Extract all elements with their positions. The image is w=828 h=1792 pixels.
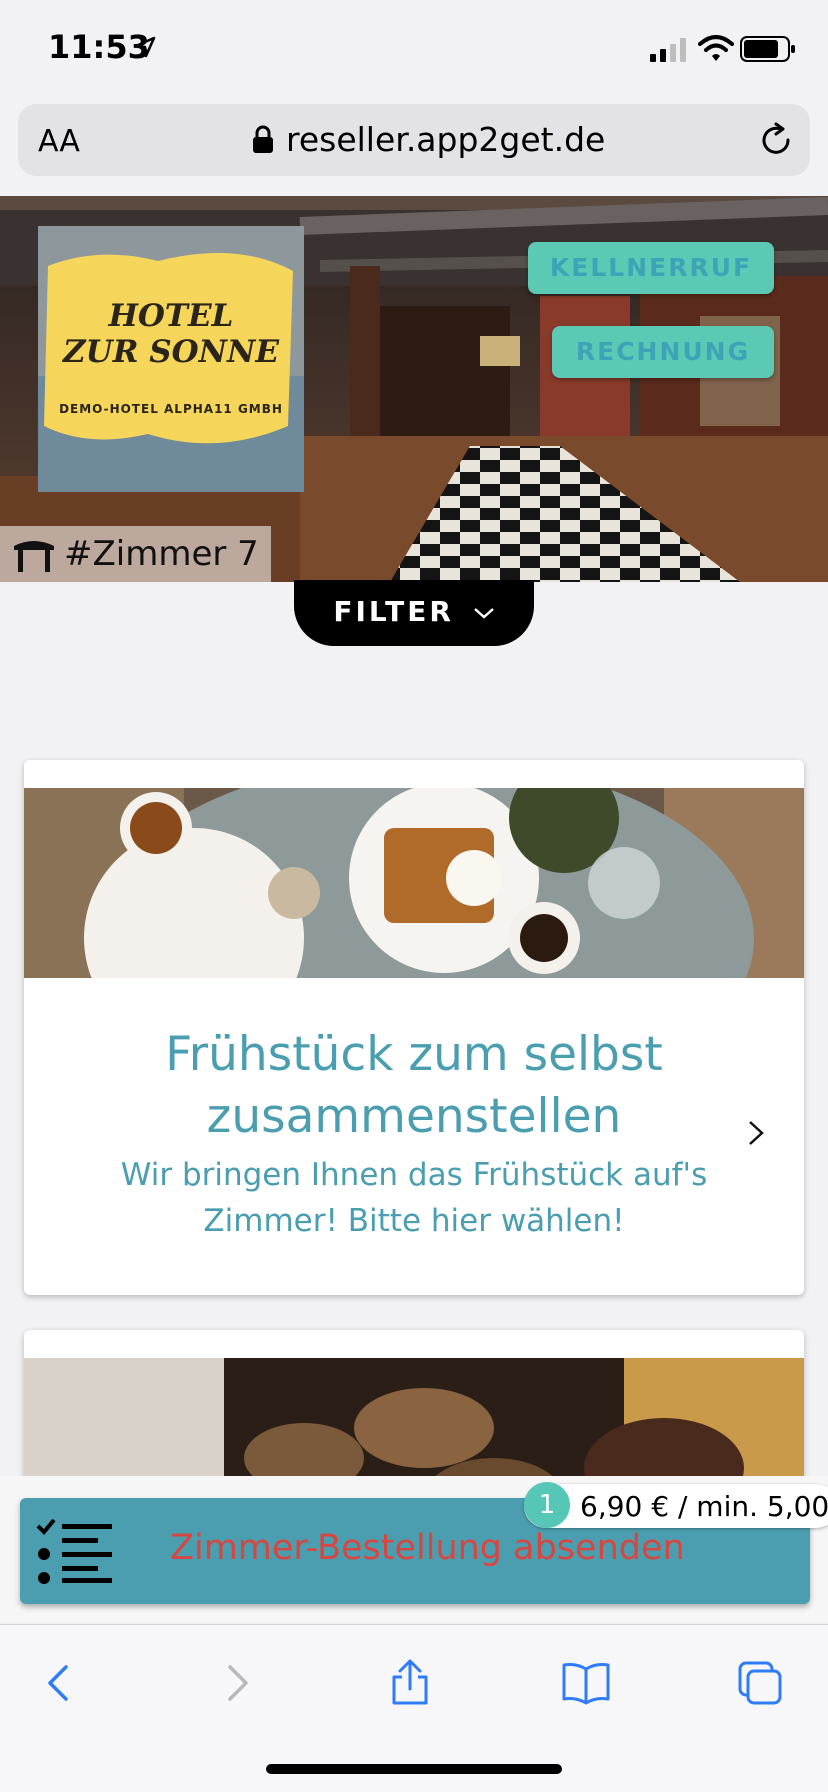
reload-icon[interactable] xyxy=(758,122,794,158)
category-card-breakfast[interactable]: Frühstück zum selbst zusammenstellen Wir… xyxy=(24,760,804,1295)
waiter-call-button[interactable]: KELLNERRUF xyxy=(528,242,774,294)
card-title: Frühstück zum selbst zusammenstellen xyxy=(165,1027,663,1144)
signal-icon xyxy=(650,38,686,62)
chevron-right-icon[interactable] xyxy=(744,1118,768,1148)
forward-icon[interactable] xyxy=(212,1659,260,1707)
chevron-down-icon xyxy=(473,608,494,619)
tabs-icon[interactable] xyxy=(736,1659,784,1707)
hero-banner: HOTEL ZUR SONNE DEMO-HOTEL ALPHA11 GMBH … xyxy=(0,196,828,582)
bookmarks-icon[interactable] xyxy=(562,1659,610,1707)
submit-room-order-button[interactable]: Zimmer-Bestellung absenden 1 6,90 € / mi… xyxy=(20,1482,828,1604)
filter-button[interactable]: FILTER xyxy=(294,580,534,646)
share-icon[interactable] xyxy=(386,1659,434,1707)
page: 11:53 AA reseller.app2get.de HOTEL ZUR S… xyxy=(0,0,828,1792)
cart-count-badge: 1 xyxy=(524,1482,570,1528)
bill-button[interactable]: RECHNUNG xyxy=(552,326,774,378)
submit-order-label: Zimmer-Bestellung absenden xyxy=(170,1528,685,1568)
order-bar-container: Zimmer-Bestellung absenden 1 6,90 € / mi… xyxy=(0,1476,828,1622)
table-icon xyxy=(14,541,54,572)
card-subtitle: Wir bringen Ihnen das Frühstück auf's Zi… xyxy=(120,1157,708,1239)
checklist-icon xyxy=(36,1518,112,1584)
location-arrow-icon xyxy=(134,36,156,58)
wifi-icon xyxy=(698,35,734,61)
breakfast-image xyxy=(24,788,804,978)
cart-price: 6,90 € / min. 5,00 € xyxy=(580,1490,828,1523)
logo-subtitle: DEMO-HOTEL ALPHA11 GMBH xyxy=(59,402,283,416)
status-bar: 11:53 xyxy=(0,0,828,100)
hotel-logo: HOTEL ZUR SONNE DEMO-HOTEL ALPHA11 GMBH xyxy=(38,226,304,492)
url-text[interactable]: reseller.app2get.de xyxy=(286,120,605,159)
room-indicator: #Zimmer 7 xyxy=(0,526,271,582)
cart-summary: 1 6,90 € / min. 5,00 € xyxy=(524,1482,828,1528)
room-label: #Zimmer 7 xyxy=(64,534,259,574)
back-icon[interactable] xyxy=(36,1659,84,1707)
text-size-button[interactable]: AA xyxy=(38,124,80,159)
logo-line-1: HOTEL xyxy=(108,298,234,334)
home-indicator xyxy=(266,1764,562,1774)
address-bar[interactable]: AA reseller.app2get.de xyxy=(18,104,810,176)
battery-icon xyxy=(740,36,795,62)
lock-icon xyxy=(253,125,273,153)
logo-line-2: ZUR SONNE xyxy=(63,334,279,370)
